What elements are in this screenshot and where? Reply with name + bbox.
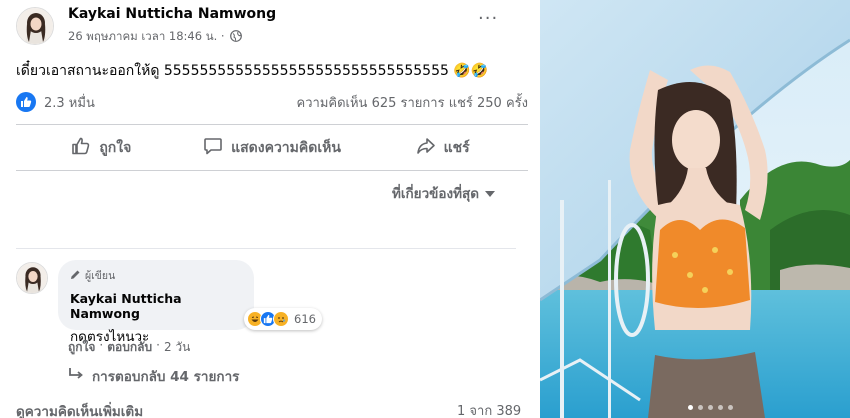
sort-label: ที่เกี่ยวข้องที่สุด — [392, 186, 480, 202]
carousel-dots[interactable] — [688, 405, 733, 410]
post-header: Kaykai Nutticha Namwong 26 พฤษภาคม เวลา … — [16, 6, 276, 46]
divider — [16, 248, 516, 249]
comment-author-name[interactable]: Kaykai Nutticha Namwong — [70, 291, 242, 321]
sad-reaction-icon — [273, 311, 289, 327]
separator: · — [99, 338, 104, 352]
carousel-dot[interactable] — [728, 405, 733, 410]
divider — [16, 124, 528, 125]
post-more-button[interactable]: ··· — [478, 8, 498, 29]
author-badge: ผู้เขียน — [70, 267, 242, 284]
post-panel: Kaykai Nutticha Namwong 26 พฤษภาคม เวลา … — [0, 0, 540, 418]
carousel-dot[interactable] — [718, 405, 723, 410]
reply-arrow-icon — [68, 367, 84, 385]
comment-age[interactable]: 2 วัน — [164, 338, 190, 357]
comment-bubble: ผู้เขียน Kaykai Nutticha Namwong กดตรงไห… — [58, 260, 254, 345]
share-button-label: แชร์ — [443, 140, 470, 156]
reaction-count[interactable]: 2.3 หมื่น — [44, 92, 95, 113]
reaction-bar: 2.3 หมื่น ความคิดเห็น 625 รายการ แชร์ 25… — [16, 90, 528, 114]
comment-sort-dropdown[interactable]: ที่เกี่ยวข้องที่สุด — [392, 182, 496, 204]
author-badge-label: ผู้เขียน — [85, 270, 116, 282]
comment-reply-button[interactable]: ตอบกลับ — [107, 338, 152, 357]
carousel-dot[interactable] — [708, 405, 713, 410]
like-button[interactable]: ถูกใจ — [16, 130, 187, 166]
comment-button[interactable]: แสดงความคิดเห็น — [187, 130, 358, 166]
post-timestamp[interactable]: 26 พฤษภาคม เวลา 18:46 น. · — [68, 28, 225, 46]
photo-image — [540, 0, 850, 418]
divider — [16, 170, 528, 171]
comment-share-counts[interactable]: ความคิดเห็น 625 รายการ แชร์ 250 ครั้ง — [297, 92, 528, 113]
thumbs-up-icon — [71, 136, 91, 160]
carousel-dot[interactable] — [698, 405, 703, 410]
comment-pager: 1 จาก 389 — [457, 404, 522, 418]
carousel-dot[interactable] — [688, 405, 693, 410]
replies-label: การตอบกลับ 44 รายการ — [92, 369, 240, 385]
comment-author-avatar[interactable] — [16, 262, 48, 294]
globe-icon[interactable] — [229, 29, 242, 45]
comment-like-button[interactable]: ถูกใจ — [68, 338, 95, 357]
author-avatar[interactable] — [16, 7, 54, 45]
post-action-bar: ถูกใจ แสดงความคิดเห็น แชร์ — [16, 130, 528, 166]
separator: · — [156, 338, 160, 352]
comment-button-label: แสดงความคิดเห็น — [231, 140, 341, 156]
view-replies-button[interactable]: การตอบกลับ 44 รายการ — [68, 365, 239, 387]
pencil-icon — [70, 269, 81, 283]
like-button-label: ถูกใจ — [99, 140, 132, 156]
caret-down-icon — [485, 185, 496, 201]
view-more-comments-link[interactable]: ดูความคิดเห็นเพิ่มเติม — [16, 400, 143, 418]
like-reaction-icon[interactable] — [16, 92, 36, 112]
comment-reactions[interactable]: 616 — [244, 308, 322, 330]
share-icon — [416, 136, 436, 160]
post-text: เดี๋ยวเอาสถานะออกให้ดู 55555555555555555… — [16, 63, 489, 79]
post-author-name[interactable]: Kaykai Nutticha Namwong — [68, 6, 276, 22]
post-photo[interactable] — [540, 0, 850, 418]
comment-actions: ถูกใจ · ตอบกลับ · 2 วัน — [68, 338, 190, 357]
comment-reaction-count: 616 — [294, 312, 316, 326]
post-meta: 26 พฤษภาคม เวลา 18:46 น. · — [68, 28, 276, 46]
comment-icon — [203, 136, 223, 160]
share-button[interactable]: แชร์ — [357, 130, 528, 166]
